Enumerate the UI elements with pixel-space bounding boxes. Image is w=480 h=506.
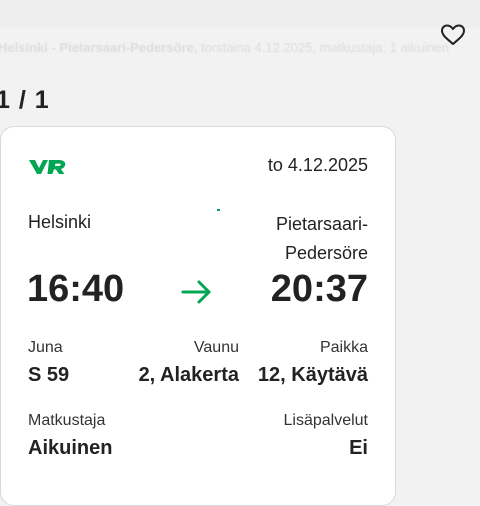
decorative-dot <box>217 209 220 211</box>
train-value: S 59 <box>28 364 70 386</box>
vr-logo <box>28 157 68 177</box>
extras-value: Ei <box>349 437 368 459</box>
summary-route: Helsinki - Pietarsaari-Pedersöre, <box>0 40 198 55</box>
car-value: 2, Alakerta <box>138 364 239 386</box>
arrival-station: Pietarsaari-Pedersöre <box>275 214 368 263</box>
trip-summary: Helsinki - Pietarsaari-Pedersöre, torsta… <box>0 34 480 62</box>
arrow-right-icon <box>180 278 214 306</box>
extras-label: Lisäpalvelut <box>283 412 369 429</box>
ticket-pager: 1 / 1 <box>0 86 50 114</box>
passenger-label: Matkustaja <box>28 412 106 429</box>
seat-value: 12, Käytävä <box>257 364 368 386</box>
summary-details: torstaina 4.12.2025, matkustaja: 1 aikui… <box>197 40 449 55</box>
car-label: Vaunu <box>193 339 239 356</box>
departure-station: Helsinki <box>28 212 92 232</box>
passenger-value: Aikuinen <box>28 437 113 459</box>
departure-time: 16:40 <box>27 268 125 310</box>
arrival-time: 20:37 <box>270 268 368 310</box>
travel-date: to 4.12.2025 <box>267 155 368 175</box>
train-label: Juna <box>28 339 63 356</box>
seat-label: Paikka <box>319 339 368 356</box>
top-bar <box>0 0 480 28</box>
